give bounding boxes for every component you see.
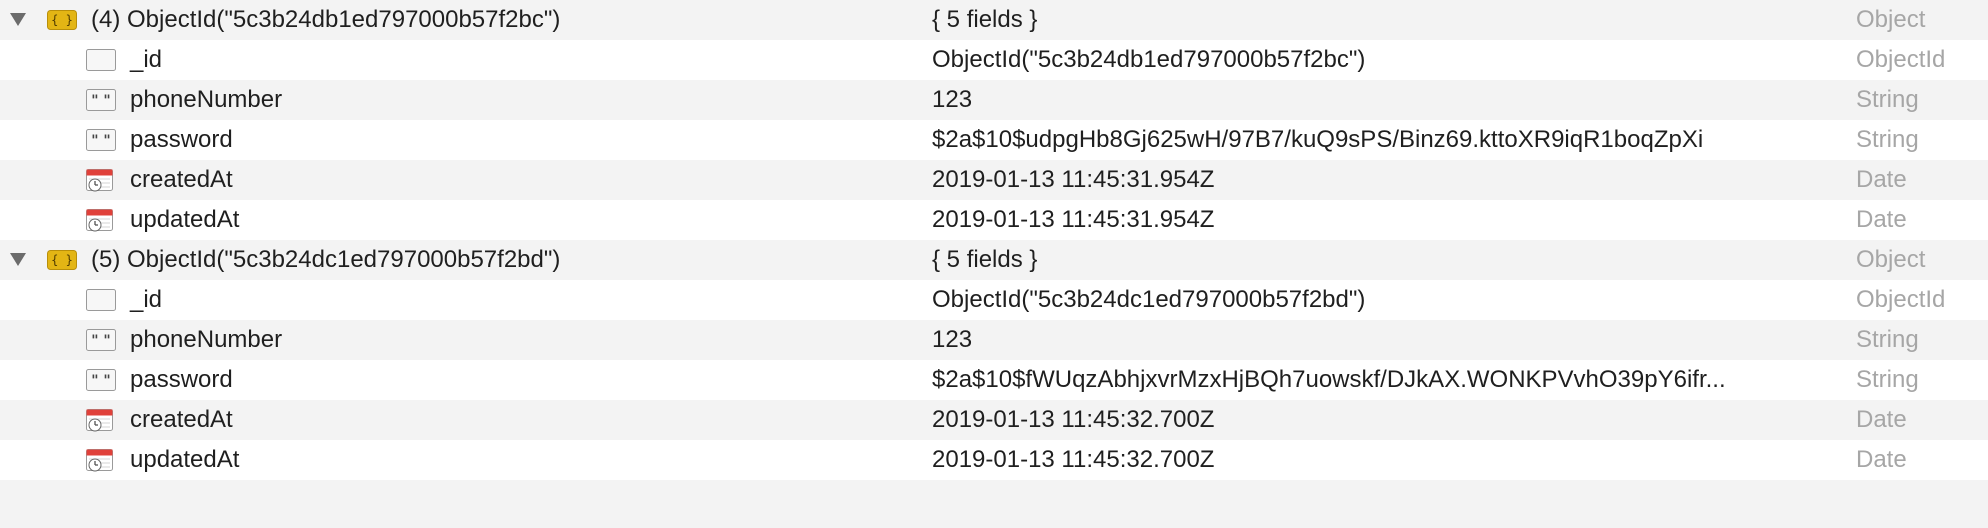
objectid-icon [86,49,116,71]
field-row[interactable]: updatedAt 2019-01-13 11:45:31.954Z Date [0,200,1988,240]
field-value: 2019-01-13 11:45:32.700Z [932,446,1215,473]
svg-text:" ": " " [91,333,110,349]
field-type: String [1856,366,1919,393]
field-name: createdAt [130,166,233,193]
document-type: Object [1856,6,1926,33]
string-icon: " " [86,369,116,391]
field-row[interactable]: " " password $2a$10$fWUqzAbhjxvrMzxHjBQh… [0,360,1988,400]
field-value: $2a$10$udpgHb8Gj625wH/97B7/kuQ9sPS/Binz6… [932,126,1704,153]
document-summary: { 5 fields } [932,246,1038,273]
field-row[interactable]: " " phoneNumber 123 String [0,320,1988,360]
document-id-label: (4) ObjectId("5c3b24db1ed797000b57f2bc") [91,6,561,33]
field-row[interactable]: " " password $2a$10$udpgHb8Gj625wH/97B7/… [0,120,1988,160]
field-type: String [1856,326,1919,353]
object-icon: { } [47,250,77,270]
field-row[interactable]: createdAt 2019-01-13 11:45:32.700Z Date [0,400,1988,440]
svg-text:{ }: { } [51,253,73,267]
svg-text:{ }: { } [51,13,73,27]
field-type: Date [1856,406,1907,433]
field-name: _id [130,286,163,313]
field-name: _id [130,46,163,73]
field-name: updatedAt [130,206,240,233]
field-row[interactable]: _id ObjectId("5c3b24dc1ed797000b57f2bd")… [0,280,1988,320]
field-value: ObjectId("5c3b24dc1ed797000b57f2bd") [932,286,1366,313]
field-value: 2019-01-13 11:45:32.700Z [932,406,1215,433]
date-icon [86,449,113,472]
field-type: Date [1856,446,1907,473]
document-type: Object [1856,246,1926,273]
field-type: String [1856,126,1919,153]
disclosure-triangle-icon[interactable] [10,253,26,266]
field-value: $2a$10$fWUqzAbhjxvrMzxHjBQh7uowskf/DJkAX… [932,366,1726,393]
field-type: Date [1856,166,1907,193]
string-icon: " " [86,329,116,351]
field-name: password [130,366,233,393]
field-name: phoneNumber [130,326,283,353]
field-value: 123 [932,86,973,113]
field-type: ObjectId [1856,286,1946,313]
field-value: ObjectId("5c3b24db1ed797000b57f2bc") [932,46,1366,73]
document-row[interactable]: { } (5) ObjectId("5c3b24dc1ed797000b57f2… [0,240,1988,280]
field-value: 2019-01-13 11:45:31.954Z [932,166,1215,193]
field-type: ObjectId [1856,46,1946,73]
field-row[interactable]: " " phoneNumber 123 String [0,80,1988,120]
objectid-icon [86,289,116,311]
document-id-label: (5) ObjectId("5c3b24dc1ed797000b57f2bd") [91,246,561,273]
field-name: updatedAt [130,446,240,473]
svg-text:" ": " " [91,373,110,389]
object-icon: { } [47,10,77,30]
document-row[interactable]: { } (4) ObjectId("5c3b24db1ed797000b57f2… [0,0,1988,40]
field-type: Date [1856,206,1907,233]
field-row[interactable]: createdAt 2019-01-13 11:45:31.954Z Date [0,160,1988,200]
field-row[interactable]: updatedAt 2019-01-13 11:45:32.700Z Date [0,440,1988,480]
string-icon: " " [86,89,116,111]
field-row[interactable]: _id ObjectId("5c3b24db1ed797000b57f2bc")… [0,40,1988,80]
field-type: String [1856,86,1919,113]
field-value: 2019-01-13 11:45:31.954Z [932,206,1215,233]
disclosure-triangle-icon[interactable] [10,13,26,26]
date-icon [86,209,113,232]
document-summary: { 5 fields } [932,6,1038,33]
date-icon [86,409,113,432]
date-icon [86,169,113,192]
field-value: 123 [932,326,973,353]
field-name: createdAt [130,406,233,433]
svg-text:" ": " " [91,93,110,109]
string-icon: " " [86,129,116,151]
svg-text:" ": " " [91,133,110,149]
field-name: password [130,126,233,153]
document-tree-view[interactable]: { } (4) ObjectId("5c3b24db1ed797000b57f2… [0,0,1988,528]
field-name: phoneNumber [130,86,283,113]
